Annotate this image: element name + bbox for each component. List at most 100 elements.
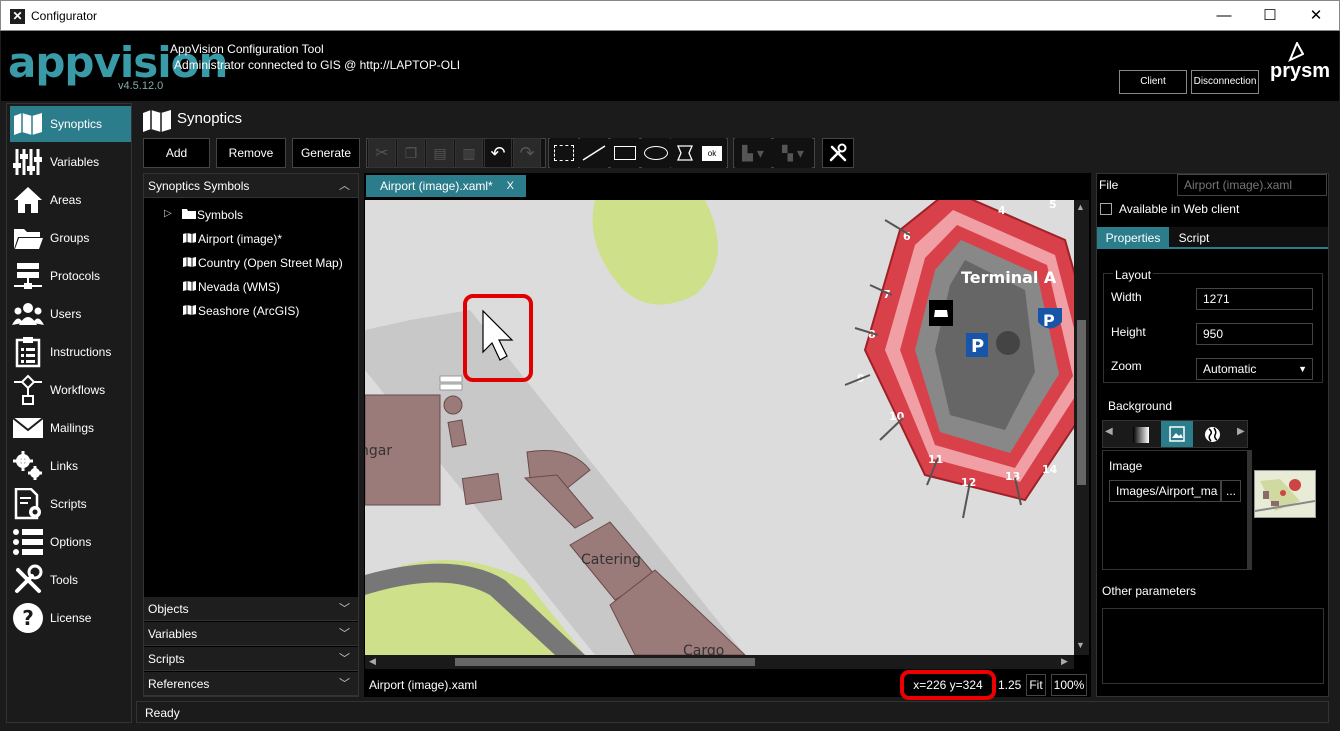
svg-text:13: 13	[1005, 470, 1020, 483]
web-client-checkbox[interactable]	[1100, 203, 1112, 215]
remove-button[interactable]: Remove	[216, 138, 286, 168]
sidebar-item-areas[interactable]: Areas	[10, 182, 131, 218]
polygon-icon[interactable]	[671, 138, 699, 168]
globe-icon[interactable]	[1204, 426, 1221, 446]
synoptic-canvas[interactable]: ngar Catering Cargo Terminal A P P 4 5 6	[365, 200, 1074, 655]
tab-airport-xaml[interactable]: Airport (image).xaml* X	[366, 175, 526, 197]
line-icon[interactable]	[580, 138, 608, 168]
redo-icon[interactable]: ↷	[513, 138, 541, 168]
generate-button[interactable]: Generate	[292, 138, 360, 168]
workflow-icon	[10, 373, 46, 407]
status-text: Ready	[145, 706, 180, 720]
tree-item-seashore[interactable]: Seashore (ArcGIS)	[198, 304, 299, 318]
sidebar-item-label: Variables	[50, 155, 100, 169]
chevron-down-icon: ﹀	[339, 653, 350, 665]
svg-text:5: 5	[1049, 200, 1057, 211]
sidebar-item-label: Areas	[50, 193, 82, 207]
zoom-100-button[interactable]: 100%	[1051, 674, 1087, 696]
add-button[interactable]: Add	[143, 138, 210, 168]
section-scripts[interactable]: Scripts ﹀	[144, 647, 358, 671]
vertical-scrollbar[interactable]: ▲ ▼	[1074, 200, 1089, 655]
align-icon[interactable]: ▙ ▾	[735, 138, 771, 168]
sidebar-item-groups[interactable]: Groups	[10, 220, 131, 256]
chevron-down-icon: ﹀	[339, 628, 350, 640]
expand-arrow-icon[interactable]: ▷	[164, 208, 172, 219]
ellipse-icon[interactable]	[642, 138, 670, 168]
version-label: v4.5.12.0	[118, 80, 164, 92]
section-variables[interactable]: Variables ﹀	[144, 622, 358, 646]
tree-item-airport[interactable]: Airport (image)*	[198, 232, 282, 246]
tab-close-icon[interactable]: X	[507, 175, 514, 197]
sidebar-item-label: Tools	[50, 573, 79, 587]
sidebar-item-options[interactable]: Options	[10, 524, 131, 560]
sidebar-item-links[interactable]: Links	[10, 448, 131, 484]
users-icon	[10, 297, 46, 331]
tab-scroll-right-icon[interactable]: ▶	[1237, 426, 1245, 437]
section-label: Scripts	[148, 652, 185, 666]
sidebar-item-label: Protocols	[50, 269, 101, 283]
window-titlebar: ✕ Configurator — ☐ ✕	[0, 0, 1340, 31]
symbols-panel: Synoptics Symbols ︿ ▷ Symbols Airport (im…	[143, 173, 359, 697]
folder-icon	[10, 221, 46, 255]
other-parameters-label: Other parameters	[1102, 584, 1197, 598]
gears-icon	[10, 449, 46, 483]
client-button[interactable]: Client	[1119, 70, 1187, 94]
arrange-icon[interactable]: ▚ ▾	[774, 138, 812, 168]
sidebar-item-label: Synoptics	[50, 117, 103, 131]
sidebar-item-users[interactable]: Users	[10, 296, 131, 332]
tree-item-nevada[interactable]: Nevada (WMS)	[198, 280, 280, 294]
tab-scroll-left-icon[interactable]: ◀	[1105, 426, 1113, 437]
svg-text:P: P	[971, 336, 984, 357]
background-label: Background	[1108, 399, 1173, 413]
sidebar-item-variables[interactable]: Variables	[10, 144, 131, 180]
width-field[interactable]: 1271	[1196, 288, 1313, 310]
sidebar-item-synoptics[interactable]: Synoptics	[10, 106, 131, 142]
minimize-button[interactable]: —	[1201, 1, 1247, 31]
sidebar-item-license[interactable]: ? License	[10, 600, 131, 636]
sidebar-item-protocols[interactable]: Protocols	[10, 258, 131, 294]
tree-item-country[interactable]: Country (Open Street Map)	[198, 256, 343, 270]
height-field[interactable]: 950	[1196, 323, 1313, 345]
horizontal-scrollbar[interactable]: ◀ ▶	[365, 655, 1074, 669]
disconnection-button[interactable]: Disconnection	[1191, 70, 1259, 94]
canvas-file-name: Airport (image).xaml	[369, 678, 478, 692]
browse-button[interactable]: ...	[1221, 480, 1241, 502]
panel-header[interactable]: Synoptics Symbols ︿	[144, 174, 358, 198]
zoom-select[interactable]: Automatic ▼	[1196, 358, 1313, 380]
map-icon	[182, 280, 197, 295]
svg-text:4: 4	[998, 204, 1006, 217]
delete-icon[interactable]: ▥	[455, 138, 483, 168]
copy-icon[interactable]: ❐	[397, 138, 425, 168]
sidebar-item-tools[interactable]: Tools	[10, 562, 131, 598]
paste-icon[interactable]: ▤	[426, 138, 454, 168]
section-objects[interactable]: Objects ﹀	[144, 597, 358, 621]
sidebar-item-scripts[interactable]: Scripts	[10, 486, 131, 522]
rectangle-icon[interactable]	[611, 138, 639, 168]
image-brush-icon[interactable]	[1161, 421, 1193, 447]
tools-icon[interactable]	[822, 138, 854, 168]
sidebar-item-label: Groups	[50, 231, 90, 245]
undo-icon[interactable]: ↶	[484, 138, 512, 168]
tab-properties[interactable]: Properties	[1097, 227, 1169, 249]
sidebar-item-label: Users	[50, 307, 82, 321]
sidebar-item-instructions[interactable]: Instructions	[10, 334, 131, 370]
fit-button[interactable]: Fit	[1026, 674, 1046, 696]
sidebar-item-mailings[interactable]: Mailings	[10, 410, 131, 446]
window-title: Configurator	[31, 9, 98, 23]
maximize-button[interactable]: ☐	[1247, 1, 1293, 31]
sidebar-item-workflows[interactable]: Workflows	[10, 372, 131, 408]
sidebar-item-label: Scripts	[50, 497, 87, 511]
hangar-label: ngar	[365, 443, 392, 459]
network-icon	[10, 259, 46, 293]
tab-script[interactable]: Script	[1171, 227, 1217, 249]
gradient-brush-icon[interactable]	[1133, 427, 1149, 443]
cut-icon[interactable]: ✂	[368, 138, 396, 168]
ok-button-icon[interactable]: ok	[698, 138, 726, 168]
tree-item-symbols[interactable]: Symbols	[197, 208, 243, 222]
close-button[interactable]: ✕	[1293, 1, 1339, 31]
image-path-field[interactable]: Images/Airport_ma	[1109, 480, 1221, 502]
select-rect-icon[interactable]	[550, 138, 578, 168]
list-icon	[10, 525, 46, 559]
sidebar-item-label: License	[50, 611, 92, 625]
section-references[interactable]: References ﹀	[144, 672, 358, 696]
